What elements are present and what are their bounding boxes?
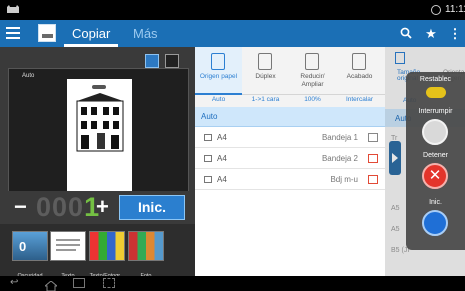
tab-mas[interactable]: Más — [125, 20, 166, 47]
building-image — [76, 93, 124, 152]
settings-view-icon[interactable] — [165, 54, 179, 68]
original-size-icon — [395, 52, 405, 64]
paper-icon — [204, 155, 212, 162]
option-duplex[interactable]: Dúplex — [242, 47, 289, 95]
original-foto[interactable]: Foto — [128, 231, 164, 279]
ghost-row: A5 — [391, 205, 400, 212]
notification-cat-icon — [7, 5, 19, 13]
tray-size: A4 — [217, 154, 227, 163]
globe-icon — [431, 5, 441, 15]
single-page-view-icon[interactable] — [145, 54, 159, 68]
tray-source: Bdj m-u — [330, 175, 358, 184]
stop-label: Detener — [423, 152, 448, 159]
duplex-icon — [258, 53, 272, 70]
expand-panel-handle[interactable] — [389, 141, 401, 175]
tray-source: Bandeja 1 — [321, 133, 358, 142]
back-icon[interactable]: ↩ — [10, 278, 22, 288]
tray-size: A4 — [217, 175, 227, 184]
search-icon[interactable] — [393, 20, 419, 47]
ghost-row: A5 — [391, 226, 400, 233]
paper-icon — [204, 176, 212, 183]
copy-app-icon — [38, 24, 56, 42]
option-label: Acabado — [346, 73, 373, 80]
reset-icon[interactable] — [426, 87, 446, 98]
text-photo-thumbnail — [89, 231, 125, 261]
tray-auto-label: Auto — [201, 112, 218, 121]
paper-source-icon — [211, 53, 225, 70]
home-icon[interactable] — [43, 278, 59, 291]
counter-leading-zeros: 000 — [36, 192, 85, 222]
option-value: 100% — [304, 96, 321, 103]
tray-row[interactable]: A4 Bandeja 1 — [195, 127, 385, 148]
option-acabado[interactable]: Acabado — [336, 47, 383, 95]
original-texto[interactable]: Texto — [50, 231, 86, 279]
menu-icon[interactable] — [6, 27, 20, 39]
paper-icon — [204, 134, 212, 141]
option-values: Auto 1->1 cara 100% Intercalar — [195, 95, 385, 107]
option-value: Auto — [211, 96, 226, 103]
option-reducir-ampliar[interactable]: Reducir/ Ampliar — [289, 47, 336, 95]
quick-start-label: Inic. — [429, 199, 442, 206]
recent-apps-icon[interactable] — [73, 278, 85, 288]
interrupt-icon[interactable] — [422, 119, 448, 145]
start-button[interactable]: Inic. — [119, 195, 185, 220]
status-bar: 11:11 — [0, 0, 465, 20]
tray-warning-icon — [368, 175, 378, 184]
option-value: Intercalar — [345, 96, 374, 103]
ghost-row: B5 (JI — [391, 247, 410, 254]
tab-copiar[interactable]: Copiar — [64, 20, 119, 47]
tray-size: A4 — [217, 133, 227, 142]
start-diamond-icon[interactable] — [422, 210, 448, 236]
option-label: Dúplex — [255, 73, 276, 80]
photo-thumbnail — [128, 231, 164, 261]
more-vertical-icon[interactable]: ⋮ — [442, 20, 465, 47]
option-value: 1->1 cara — [251, 96, 280, 103]
tray-warning-icon — [368, 154, 378, 163]
reset-label: Restablec — [419, 76, 452, 83]
reduce-enlarge-icon — [305, 53, 319, 70]
copies-counter: 0001 — [36, 192, 100, 223]
original-type-strip: 0 Oscuridad Texto Texto/Fotogr... Foto — [0, 224, 195, 279]
option-origen-papel[interactable]: Origen papel — [195, 47, 242, 95]
tray-row[interactable]: A4 Bdj m-u — [195, 169, 385, 190]
screenshot-icon[interactable] — [103, 278, 115, 288]
increase-copies-button[interactable]: + — [96, 194, 109, 220]
finishing-icon — [352, 53, 366, 70]
options-bar: Origen papel Dúplex Reducir/ Ampliar Aca… — [195, 47, 385, 95]
star-icon[interactable]: ★ — [418, 20, 444, 47]
interrupt-label: Interrumpir — [418, 108, 453, 115]
original-texto-foto[interactable]: Texto/Fotogr... — [89, 231, 125, 279]
tray-status-icon — [368, 133, 378, 142]
tray-source: Bandeja 2 — [321, 154, 358, 163]
option-label: Reducir/ Ampliar — [300, 73, 325, 88]
preview-mode-toggle — [145, 54, 189, 68]
tray-row[interactable]: A4 Bandeja 2 — [195, 148, 385, 169]
darkness-value: 0 — [19, 239, 27, 254]
option-label: Origen papel — [199, 73, 238, 80]
original-oscuridad[interactable]: 0 Oscuridad — [12, 231, 48, 279]
stop-icon[interactable]: ✕ — [422, 163, 448, 189]
preview-page — [67, 79, 152, 203]
copies-row: − 0001 + Inic. — [0, 191, 195, 224]
system-nav-bar: ↩ — [0, 276, 465, 291]
status-time: 11:11 — [445, 4, 465, 15]
quick-action-panel: Restablec Interrumpir Detener ✕ Inic. — [406, 72, 465, 250]
decrease-copies-button[interactable]: − — [14, 194, 27, 220]
text-thumbnail — [50, 231, 86, 261]
tray-auto-row[interactable]: Auto — [195, 107, 385, 127]
darkness-thumbnail: 0 — [12, 231, 48, 261]
copy-options-panel: Origen papel Dúplex Reducir/ Ampliar Aca… — [195, 47, 385, 276]
app-bar: Copiar Más ★ ⋮ — [0, 20, 465, 47]
samsung-logo — [92, 85, 106, 89]
preview-mode-label: Auto — [22, 73, 35, 79]
